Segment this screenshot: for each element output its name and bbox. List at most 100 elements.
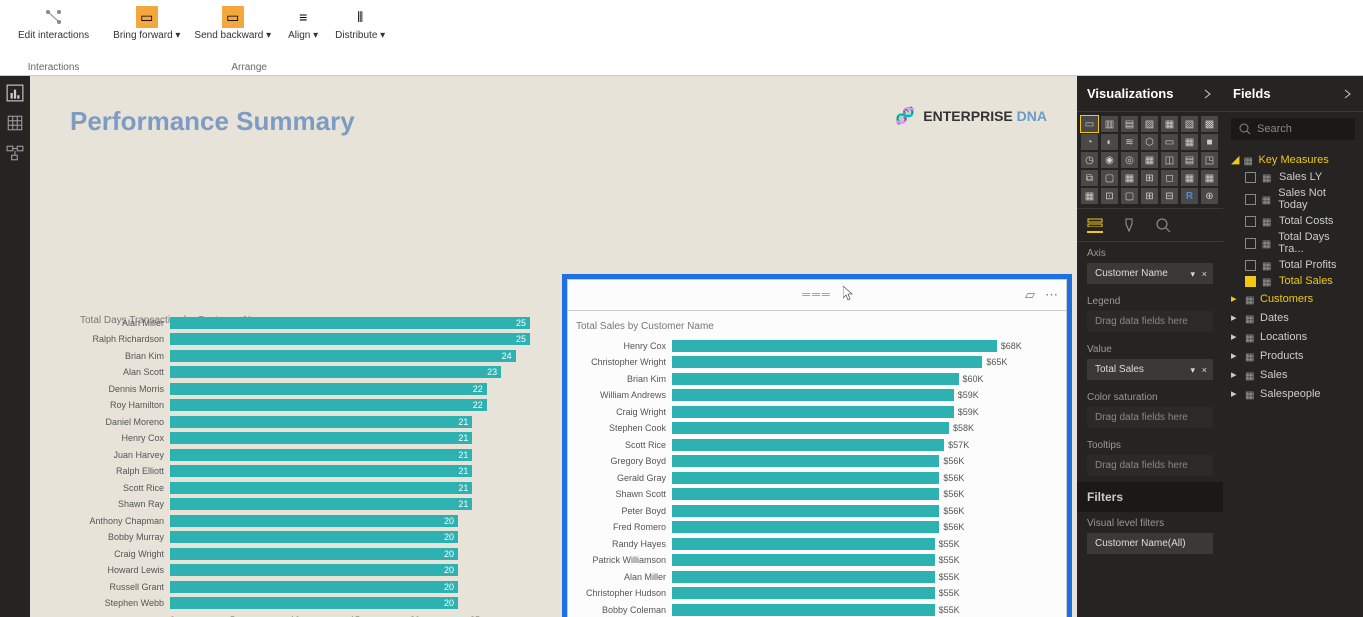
viz-type-icon[interactable]: ◳ [1201, 152, 1218, 168]
bar-row[interactable]: William Andrews$59K [572, 388, 1054, 403]
bar-row[interactable]: Shawn Ray21 [70, 497, 530, 512]
bar-row[interactable]: Christopher Hudson$55K [572, 586, 1054, 601]
focus-mode-icon[interactable]: ▱ [1025, 287, 1035, 303]
axis-field[interactable]: Customer Name▾× [1087, 263, 1213, 284]
chevron-right-icon[interactable] [1343, 89, 1353, 99]
bar-row[interactable]: Fred Romero$56K [572, 520, 1054, 535]
bar-row[interactable]: Brian Kim$60K [572, 371, 1054, 386]
send-backward-button[interactable]: ▭ Send backward ▾ [190, 4, 275, 44]
viz-type-icon[interactable]: ◻ [1161, 170, 1178, 186]
chart-total-sales[interactable]: ═══ ▱ ⋯ Total Sales by Customer Name Hen… [562, 274, 1072, 617]
bar-row[interactable]: Gerald Gray$56K [572, 470, 1054, 485]
viz-type-icon[interactable]: ⧉ [1081, 170, 1098, 186]
table-group-head[interactable]: ▸Sales [1231, 365, 1355, 384]
bar-row[interactable]: Ralph Elliott21 [70, 464, 530, 479]
field-item[interactable]: Total Sales [1231, 273, 1355, 289]
table-group-head[interactable]: ▸Locations [1231, 327, 1355, 346]
bar-row[interactable]: Craig Wright20 [70, 546, 530, 561]
table-group-head[interactable]: ▸Products [1231, 346, 1355, 365]
viz-type-icon[interactable]: ⊞ [1141, 188, 1158, 204]
viz-type-icon[interactable]: ◐ [1101, 134, 1118, 150]
bar-row[interactable]: Anthony Chapman20 [70, 513, 530, 528]
viz-type-icon[interactable]: ◎ [1121, 152, 1138, 168]
viz-type-icon[interactable]: ⊞ [1141, 170, 1158, 186]
bar-row[interactable]: Craig Wright$59K [572, 404, 1054, 419]
search-input[interactable]: Search [1231, 118, 1355, 140]
bar-row[interactable]: Stephen Cook$58K [572, 421, 1054, 436]
edit-interactions-button[interactable]: Edit interactions [14, 4, 93, 44]
viz-type-icon[interactable]: ▨ [1141, 116, 1158, 132]
report-view-icon[interactable] [6, 84, 24, 102]
viz-type-icon[interactable]: ◔ [1081, 134, 1098, 150]
viz-type-icon[interactable]: ▤ [1181, 152, 1198, 168]
viz-type-icon[interactable]: ▢ [1101, 170, 1118, 186]
bar-row[interactable]: Ralph Richardson25 [70, 332, 530, 347]
viz-type-icon[interactable]: ▦ [1141, 152, 1158, 168]
table-group-head[interactable]: ▸Salespeople [1231, 384, 1355, 403]
bar-row[interactable]: Peter Boyd$56K [572, 503, 1054, 518]
field-item[interactable]: Total Costs [1231, 213, 1355, 229]
table-group-head[interactable]: ▸Customers [1231, 289, 1355, 308]
bar-row[interactable]: Gregory Boyd$56K [572, 454, 1054, 469]
viz-type-icon[interactable]: ▧ [1181, 116, 1198, 132]
chart-header[interactable]: ═══ ▱ ⋯ [567, 279, 1067, 311]
visualizations-header[interactable]: Visualizations [1077, 76, 1223, 112]
viz-type-icon[interactable]: ■ [1201, 134, 1218, 150]
viz-type-icon[interactable]: ⊟ [1161, 188, 1178, 204]
format-tab-icon[interactable] [1121, 217, 1137, 233]
bar-row[interactable]: Stephen Webb20 [70, 596, 530, 611]
bar-row[interactable]: Henry Cox21 [70, 431, 530, 446]
viz-type-icon[interactable]: ⊡ [1101, 188, 1118, 204]
viz-type-icon[interactable]: ▦ [1181, 134, 1198, 150]
legend-dropzone[interactable]: Drag data fields here [1087, 311, 1213, 332]
bar-row[interactable]: Alan Miller$55K [572, 569, 1054, 584]
bar-row[interactable]: Bobby Coleman$55K [572, 602, 1054, 617]
viz-type-icon[interactable]: R [1181, 188, 1198, 204]
bar-row[interactable]: Shawn Scott$56K [572, 487, 1054, 502]
bar-row[interactable]: Randy Hayes$55K [572, 536, 1054, 551]
align-button[interactable]: ≡ Align ▾ [281, 4, 325, 44]
fields-tab-icon[interactable] [1087, 217, 1103, 233]
bar-row[interactable]: Brian Kim24 [70, 348, 530, 363]
viz-type-icon[interactable]: ◫ [1161, 152, 1178, 168]
colorsat-dropzone[interactable]: Drag data fields here [1087, 407, 1213, 428]
bar-row[interactable]: Patrick Williamson$55K [572, 553, 1054, 568]
filters-header[interactable]: Filters [1077, 482, 1223, 512]
viz-type-icon[interactable]: ▢ [1121, 188, 1138, 204]
value-field[interactable]: Total Sales▾× [1087, 359, 1213, 380]
fields-header[interactable]: Fields [1223, 76, 1363, 112]
bar-row[interactable]: Dennis Morris22 [70, 381, 530, 396]
viz-type-icon[interactable]: ▦ [1201, 170, 1218, 186]
viz-type-icon[interactable]: ▥ [1101, 116, 1118, 132]
viz-type-icon[interactable]: ▦ [1161, 116, 1178, 132]
viz-type-icon[interactable]: ▦ [1181, 170, 1198, 186]
bar-row[interactable]: Henry Cox$68K [572, 338, 1054, 353]
bar-row[interactable]: Alan Scott23 [70, 365, 530, 380]
key-measures-head[interactable]: ◢ Key Measures [1231, 150, 1355, 169]
field-item[interactable]: Total Days Tra... [1231, 229, 1355, 257]
field-item[interactable]: Sales Not Today [1231, 185, 1355, 213]
report-canvas[interactable]: Performance Summary 🧬 ENTERPRISE DNA Tot… [30, 76, 1077, 617]
viz-type-icon[interactable]: ▤ [1121, 116, 1138, 132]
chevron-right-icon[interactable] [1203, 89, 1213, 99]
viz-type-icon[interactable]: ◷ [1081, 152, 1098, 168]
bar-row[interactable]: Bobby Murray20 [70, 530, 530, 545]
field-item[interactable]: Sales LY [1231, 169, 1355, 185]
bar-row[interactable]: Scott Rice$57K [572, 437, 1054, 452]
viz-type-icon[interactable]: ≋ [1121, 134, 1138, 150]
viz-type-icon[interactable]: ▦ [1121, 170, 1138, 186]
tooltips-dropzone[interactable]: Drag data fields here [1087, 455, 1213, 476]
chart-grip-icon[interactable]: ═══ [802, 289, 831, 301]
model-view-icon[interactable] [6, 144, 24, 162]
distribute-button[interactable]: ⫴ Distribute ▾ [331, 4, 389, 44]
bar-row[interactable]: Daniel Moreno21 [70, 414, 530, 429]
viz-type-icon[interactable]: ▦ [1081, 188, 1098, 204]
chart-total-days[interactable]: Total Days Transacting by Customer Name … [70, 291, 530, 617]
bar-row[interactable]: Christopher Wright$65K [572, 355, 1054, 370]
bring-forward-button[interactable]: ▭ Bring forward ▾ [109, 4, 184, 44]
viz-type-icon[interactable]: ◉ [1101, 152, 1118, 168]
bar-row[interactable]: Scott Rice21 [70, 480, 530, 495]
viz-type-icon[interactable]: ▭ [1161, 134, 1178, 150]
table-group-head[interactable]: ▸Dates [1231, 308, 1355, 327]
bar-row[interactable]: Howard Lewis20 [70, 563, 530, 578]
